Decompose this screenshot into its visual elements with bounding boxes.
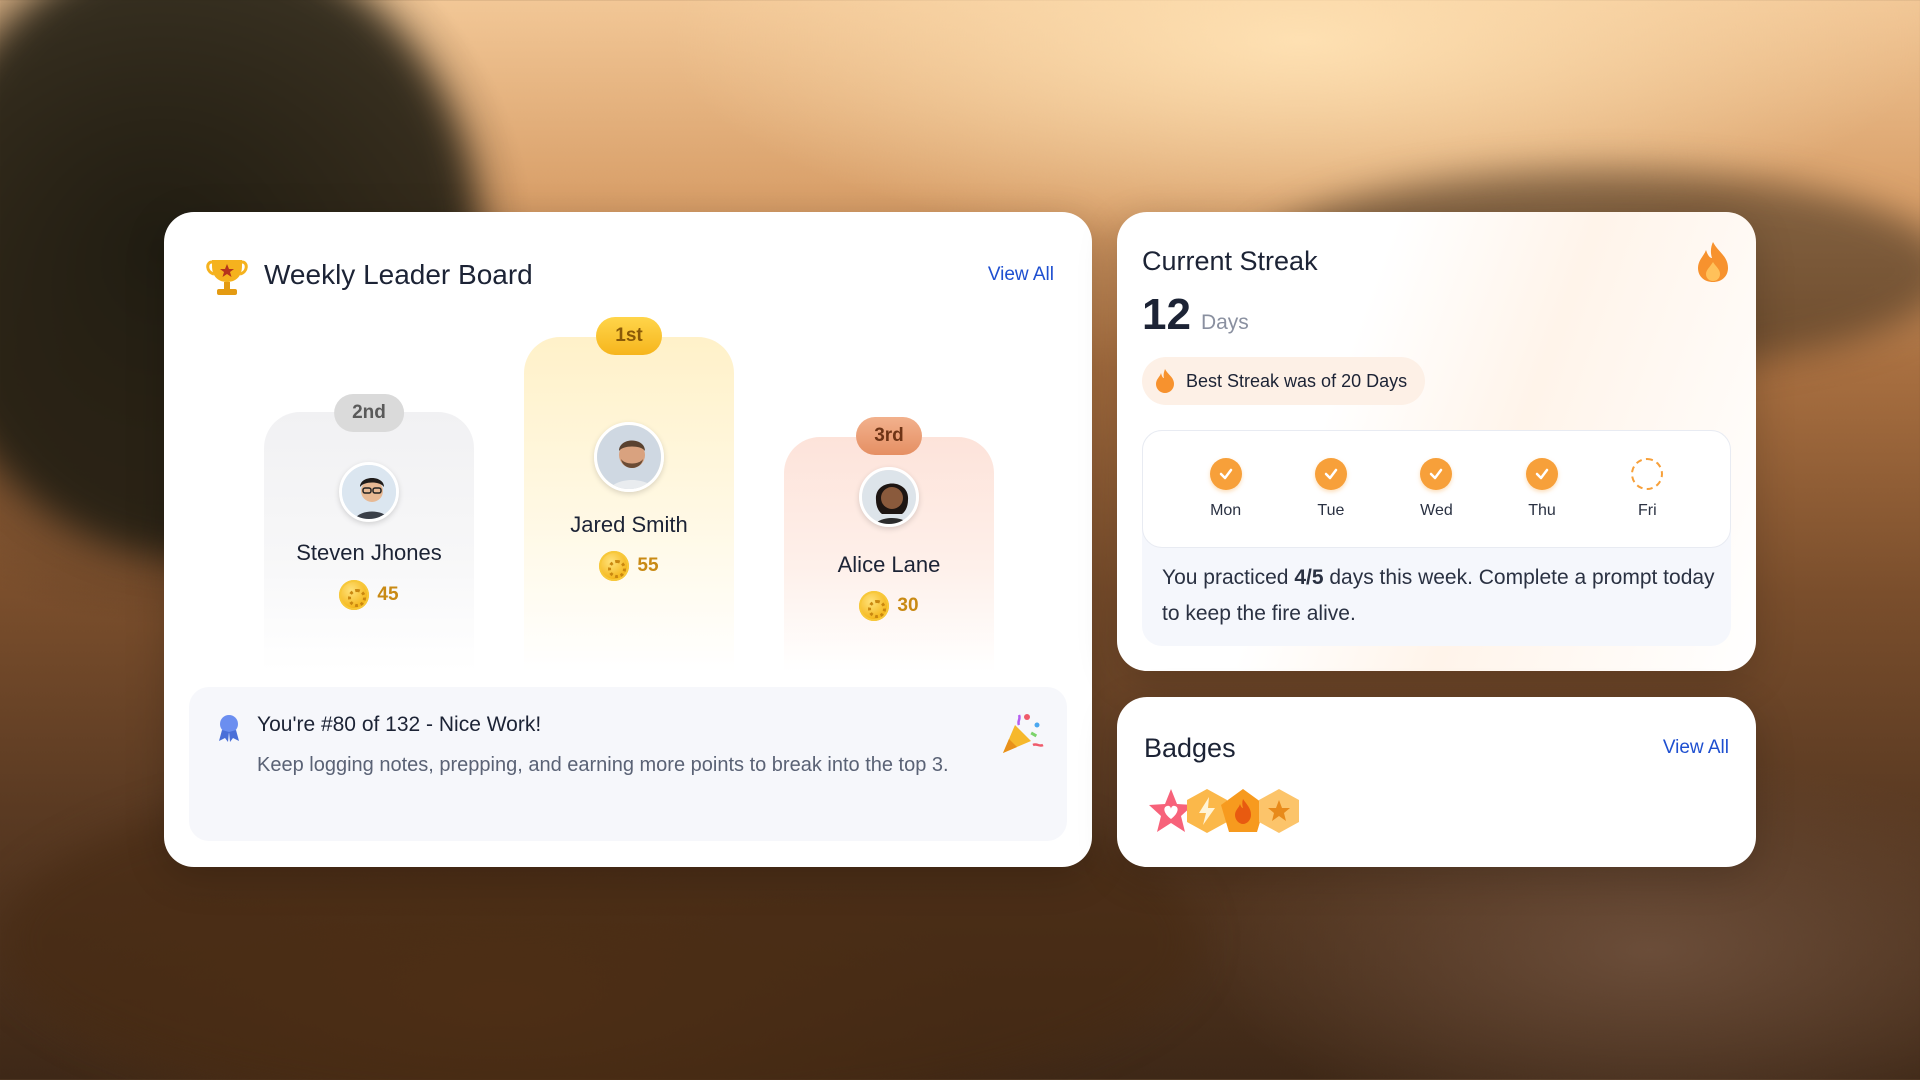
streak-count: 12 Days bbox=[1142, 290, 1249, 340]
avatar-alice-lane bbox=[859, 467, 919, 527]
current-streak-card: Current Streak 12 Days Best Streak was o… bbox=[1117, 212, 1756, 671]
pending-circle-icon bbox=[1631, 458, 1664, 490]
badges-title: Badges bbox=[1144, 733, 1236, 763]
award-ribbon-icon bbox=[219, 715, 239, 742]
streak-message-pre: You practiced bbox=[1162, 566, 1295, 589]
badges-view-all-link[interactable]: View All bbox=[1663, 737, 1729, 759]
podium-first-place[interactable]: 1st Jared Smith 55 bbox=[524, 317, 734, 672]
fire-icon bbox=[1698, 242, 1728, 282]
day-label-fri: Fri bbox=[1637, 502, 1657, 519]
podium-third-place[interactable]: 3rd Alice Lane 30 bbox=[784, 417, 994, 672]
streak-number: 12 bbox=[1142, 290, 1191, 339]
leaderboard-title: Weekly Leader Board bbox=[264, 259, 533, 290]
best-streak-pill: Best Streak was of 20 Days bbox=[1142, 357, 1426, 405]
podium-second-place[interactable]: 2nd Steven Jhones 45 bbox=[264, 394, 474, 672]
badge-list bbox=[1147, 787, 1299, 835]
avatar-jared-smith bbox=[594, 422, 664, 492]
streak-title: Current Streak bbox=[1142, 246, 1318, 276]
small-fire-icon bbox=[1156, 369, 1174, 393]
player-points-third: 30 bbox=[784, 591, 994, 621]
day-mon: Mon bbox=[1209, 458, 1242, 520]
your-rank-title: You're #80 of 132 - Nice Work! bbox=[257, 713, 542, 736]
day-label-mon: Mon bbox=[1210, 502, 1242, 519]
weekly-practice-panel: Mon Tue Wed Thu Fri You practiced 4/5 da… bbox=[1142, 430, 1731, 646]
avatar-steven-jhones bbox=[339, 462, 399, 522]
badges-card: Badges View All bbox=[1117, 697, 1756, 867]
coin-icon bbox=[339, 580, 370, 610]
weekday-tracker: Mon Tue Wed Thu Fri bbox=[1142, 430, 1731, 548]
rank-pill-second: 2nd bbox=[334, 394, 404, 432]
checkmark-icon bbox=[1526, 458, 1559, 490]
best-streak-text: Best Streak was of 20 Days bbox=[1186, 370, 1408, 391]
star-hexagon-badge-icon[interactable] bbox=[1255, 787, 1303, 835]
player-name-first: Jared Smith bbox=[570, 512, 688, 537]
coin-icon bbox=[859, 591, 890, 621]
player-points-first: 55 bbox=[524, 551, 734, 581]
checkmark-icon bbox=[1420, 458, 1453, 490]
day-thu: Thu bbox=[1526, 458, 1559, 520]
streak-message-count: 4/5 bbox=[1294, 566, 1324, 589]
checkmark-icon bbox=[1209, 458, 1242, 490]
day-label-wed: Wed bbox=[1420, 502, 1453, 519]
points-value-second: 45 bbox=[377, 584, 399, 605]
rank-pill-first: 1st bbox=[596, 317, 662, 355]
day-fri: Fri bbox=[1631, 458, 1664, 520]
leaderboard-header: Weekly Leader Board bbox=[204, 252, 533, 298]
streak-message: You practiced 4/5 days this week. Comple… bbox=[1162, 560, 1722, 632]
trophy-icon bbox=[206, 260, 248, 295]
leaderboard-card: Weekly Leader Board View All 2nd Steven … bbox=[164, 212, 1092, 867]
player-name-third: Alice Lane bbox=[837, 552, 941, 577]
day-label-thu: Thu bbox=[1528, 502, 1556, 519]
streak-unit: Days bbox=[1200, 311, 1249, 334]
day-wed: Wed bbox=[1420, 458, 1453, 520]
party-popper-icon bbox=[1003, 714, 1044, 753]
coin-icon bbox=[599, 551, 630, 581]
your-rank-panel: You're #80 of 132 - Nice Work! Keep logg… bbox=[189, 687, 1067, 841]
rank-pill-third: 3rd bbox=[856, 417, 922, 455]
player-points-second: 45 bbox=[264, 580, 474, 610]
your-rank-message: Keep logging notes, prepping, and earnin… bbox=[257, 754, 949, 776]
checkmark-icon bbox=[1314, 458, 1347, 490]
player-name-second: Steven Jhones bbox=[296, 540, 442, 565]
points-value-third: 30 bbox=[897, 595, 919, 616]
leaderboard-view-all-link[interactable]: View All bbox=[988, 264, 1054, 286]
points-value-first: 55 bbox=[637, 555, 659, 576]
day-label-tue: Tue bbox=[1317, 502, 1345, 519]
day-tue: Tue bbox=[1314, 458, 1347, 520]
